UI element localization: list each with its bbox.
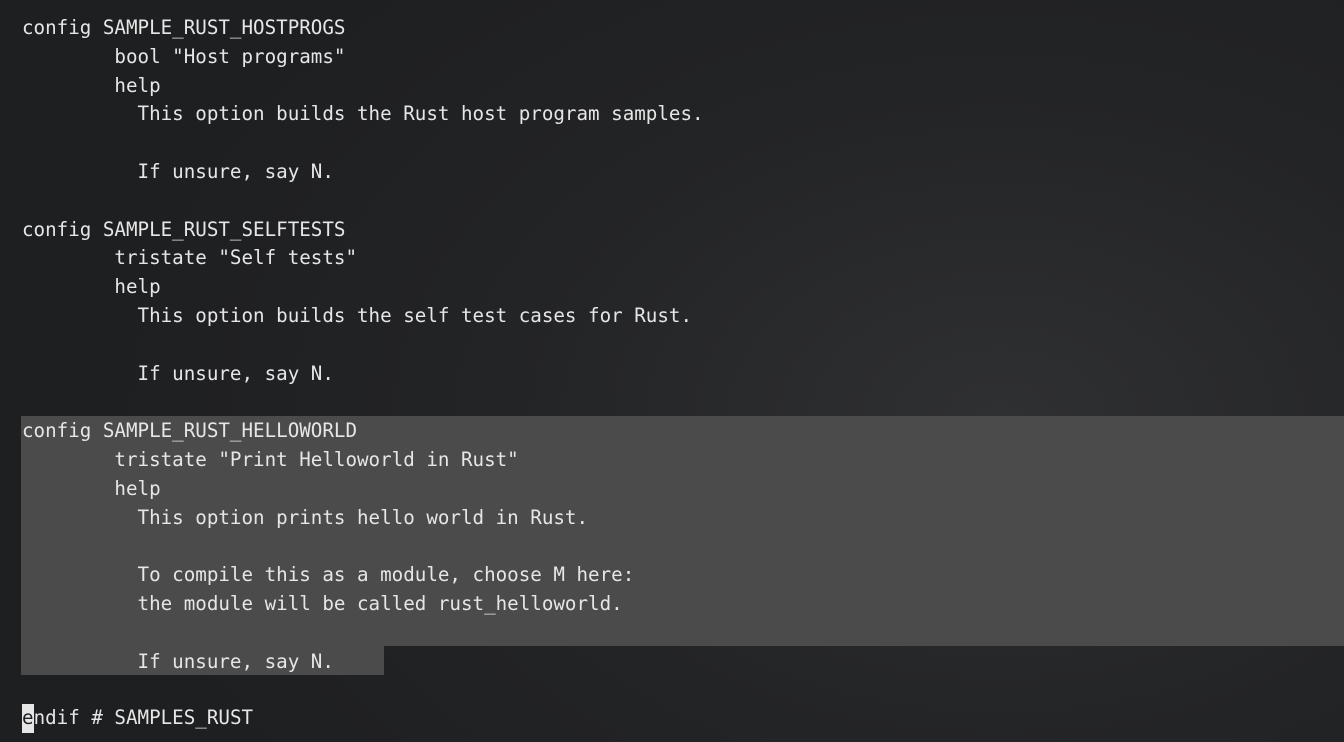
terminal-line-selected: the module will be called rust_helloworl… <box>22 592 623 615</box>
terminal-line: help <box>22 275 161 299</box>
terminal-line: This option builds the Rust host program… <box>22 102 704 126</box>
terminal-line: If unsure, say N. <box>22 361 334 385</box>
terminal-line: help <box>22 73 161 97</box>
terminal-line-cursor: endif # SAMPLES_RUST <box>22 704 253 733</box>
terminal-line-selected: This option prints hello world in Rust. <box>22 505 589 529</box>
terminal-line-selected: If unsure, say N. <box>22 649 334 673</box>
terminal-line: tristate "Self tests" <box>22 246 358 270</box>
text-cursor[interactable]: e <box>22 704 34 733</box>
terminal-window[interactable]: config SAMPLE_RUST_HOSTPROGS bool "Host … <box>0 14 1344 742</box>
terminal-line: config SAMPLE_RUST_HOSTPROGS <box>22 16 346 39</box>
terminal-line: If unsure, say N. <box>22 160 334 183</box>
terminal-line-selected: To compile this as a module, choose M he… <box>22 563 635 587</box>
terminal-line: bool "Host programs" <box>22 44 346 68</box>
terminal-line: config SAMPLE_RUST_SELFTESTS <box>22 217 346 241</box>
terminal-line: This option builds the self test cases f… <box>22 304 693 327</box>
cursor-line-text: ndif # SAMPLES_RUST <box>33 706 254 729</box>
terminal-line-selected: help <box>22 476 161 500</box>
terminal-line-selected: tristate "Print Helloworld in Rust" <box>22 448 519 471</box>
terminal-line-selected: config SAMPLE_RUST_HELLOWORLD <box>22 419 358 443</box>
